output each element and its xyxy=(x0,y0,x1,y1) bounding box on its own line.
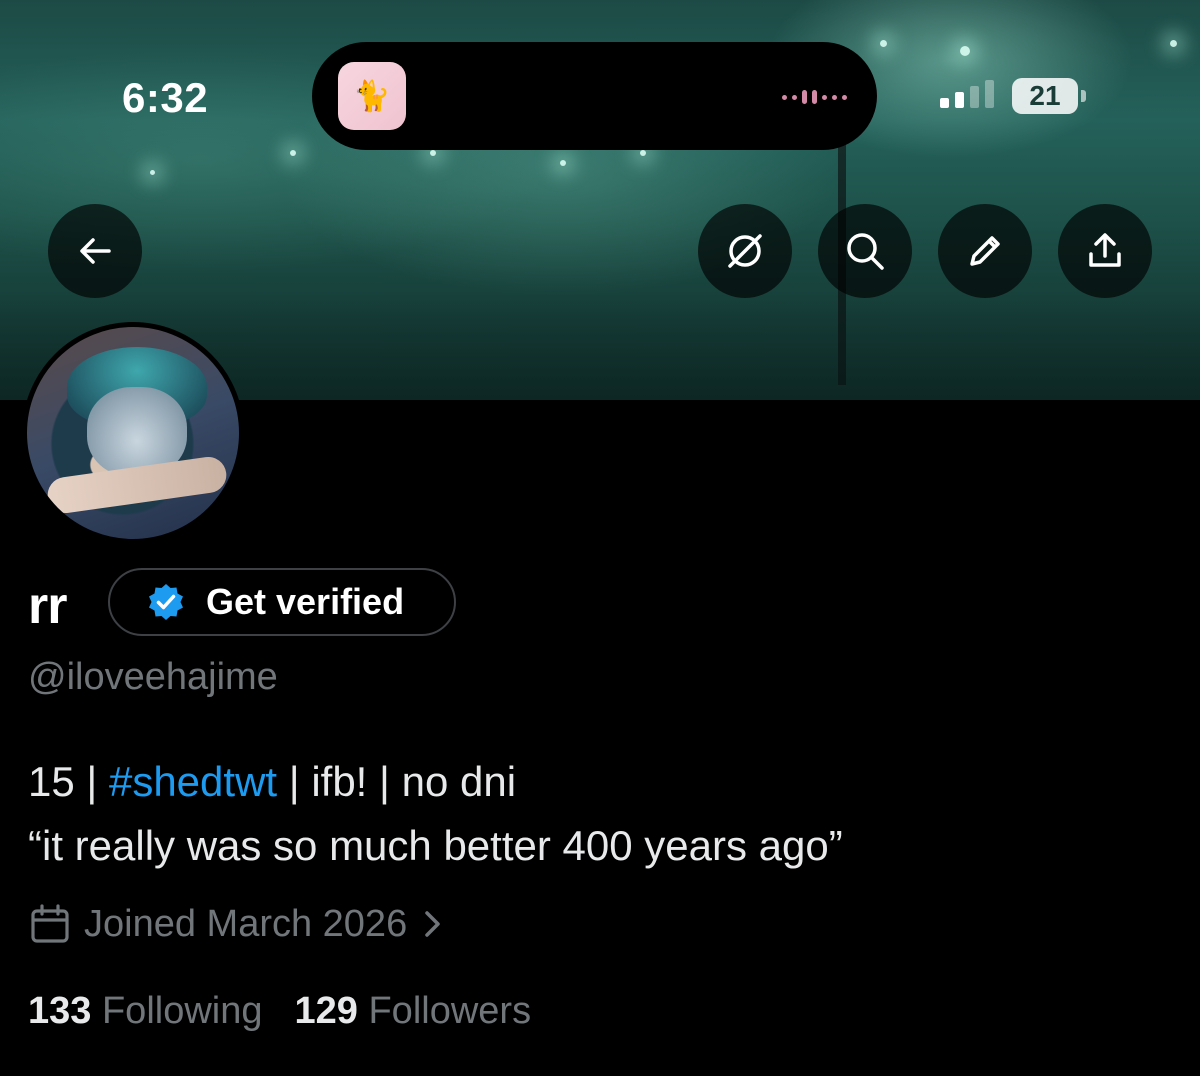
bio-line-1: 15 | #shedtwt | ifb! | no dni xyxy=(28,758,516,806)
avatar[interactable] xyxy=(22,322,244,544)
cat-sticker-icon: 🐈 xyxy=(338,62,406,130)
grok-button[interactable] xyxy=(698,204,792,298)
banner-lamp xyxy=(960,46,970,56)
bio-prefix: 15 | xyxy=(28,758,109,805)
bio-line-2: “it really was so much better 400 years … xyxy=(28,822,843,869)
banner-lamp xyxy=(560,160,566,166)
banner-lamp xyxy=(150,170,155,175)
edit-button[interactable] xyxy=(938,204,1032,298)
audio-wave-icon xyxy=(782,90,847,104)
follow-stats: 133 Following 129 Followers xyxy=(28,990,531,1033)
share-button[interactable] xyxy=(1058,204,1152,298)
get-verified-label: Get verified xyxy=(206,581,405,622)
bio-suffix: | ifb! | no dni xyxy=(277,758,517,805)
battery-icon: 21 xyxy=(1012,78,1078,114)
banner-lamp xyxy=(1170,40,1177,47)
hashtag-link[interactable]: #shedtwt xyxy=(109,758,277,805)
dynamic-island[interactable]: 🐈 xyxy=(312,42,877,150)
joined-date: Joined March 2026 xyxy=(84,902,408,945)
battery-tip xyxy=(1081,90,1086,102)
joined-date-row[interactable]: Joined March 2026 xyxy=(28,902,447,946)
banner-lamp xyxy=(640,150,646,156)
followers-count: 129 xyxy=(294,990,358,1032)
search-icon xyxy=(847,233,884,270)
arrow-left-icon xyxy=(80,238,111,264)
verified-badge-icon xyxy=(149,584,183,620)
grok-icon xyxy=(728,234,762,268)
chevron-right-icon xyxy=(425,911,440,937)
banner-lamp xyxy=(880,40,887,47)
edit-pencil-icon xyxy=(970,236,1000,266)
back-button[interactable] xyxy=(48,204,142,298)
following-label: Following xyxy=(101,990,263,1032)
display-name: rr xyxy=(28,577,67,635)
cellular-signal-icon xyxy=(940,80,994,108)
share-icon xyxy=(1089,233,1121,267)
user-handle: @iloveehajime xyxy=(28,656,278,698)
calendar-icon xyxy=(31,904,69,943)
banner-lamp xyxy=(290,150,296,156)
following-link[interactable]: 133 Following xyxy=(28,990,263,1033)
following-count: 133 xyxy=(28,990,92,1032)
followers-link[interactable]: 129 Followers xyxy=(295,990,532,1033)
get-verified-button[interactable]: Get verified xyxy=(108,568,456,636)
followers-label: Followers xyxy=(368,990,532,1032)
search-button[interactable] xyxy=(818,204,912,298)
banner-lamp xyxy=(430,150,436,156)
status-time: 6:32 xyxy=(122,74,209,121)
battery-level: 21 xyxy=(1029,80,1061,111)
